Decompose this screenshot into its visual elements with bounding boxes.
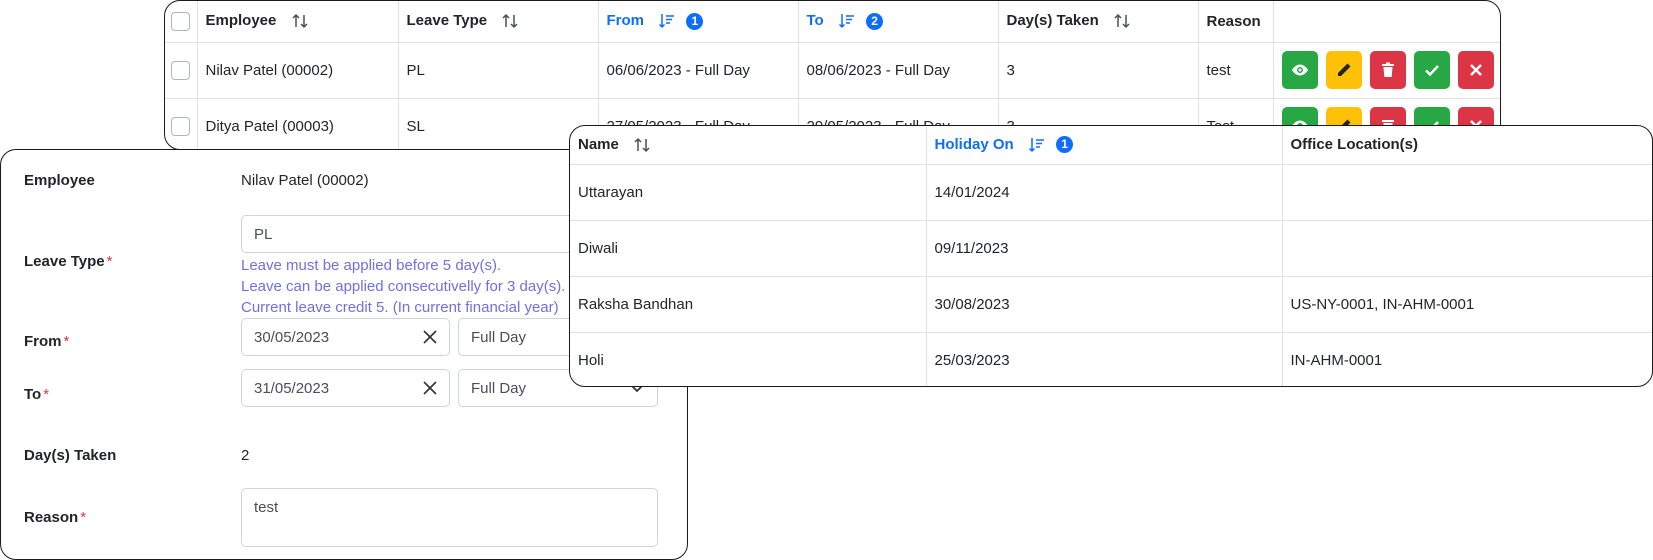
cell-office-locations <box>1282 220 1652 277</box>
cell-holiday-on: 30/08/2023 <box>926 276 1283 333</box>
leave-rule-hint: Leave must be applied before 5 day(s). <box>241 257 502 274</box>
to-date-input[interactable]: 31/05/2023 <box>241 369 450 407</box>
cell-reason: test <box>1198 42 1274 99</box>
cell-from: 06/06/2023 - Full Day <box>598 42 799 99</box>
column-header-employee[interactable]: Employee <box>197 1 399 43</box>
required-mark: * <box>63 333 70 350</box>
from-label: From * <box>24 333 70 350</box>
sort-icon[interactable] <box>501 12 519 30</box>
column-header-office-locations: Office Location(s) <box>1282 126 1652 165</box>
cell-holiday-on: 09/11/2023 <box>926 220 1283 277</box>
cell-name: Uttarayan <box>570 164 927 221</box>
cell-leave-type: SL <box>398 98 599 149</box>
cell-employee: Ditya Patel (00003) <box>197 98 399 149</box>
x-icon <box>1469 64 1482 76</box>
row-checkbox[interactable] <box>171 60 191 80</box>
cell-days-taken: 3 <box>998 42 1199 99</box>
reason-textarea[interactable]: test <box>241 488 658 547</box>
row-checkbox[interactable] <box>171 116 191 136</box>
days-taken-value: 2 <box>241 447 250 464</box>
cell-holiday-on: 14/01/2024 <box>926 164 1283 221</box>
cell-leave-type: PL <box>398 42 599 99</box>
cell-office-locations: US-NY-0001, IN-AHM-0001 <box>1282 276 1652 333</box>
holiday-table: Name Holiday On 1 Office Location(s) Utt… <box>570 126 1652 386</box>
table-header-row: Employee Leave Type From 1 To 2 Day(s) T… <box>165 1 1500 43</box>
column-header-actions <box>1273 1 1500 43</box>
sort-icon[interactable] <box>291 12 309 30</box>
to-label: To * <box>24 386 50 403</box>
cell-name: Diwali <box>570 220 927 277</box>
cell-office-locations <box>1282 164 1652 221</box>
days-taken-label: Day(s) Taken <box>24 447 117 464</box>
table-header-row: Name Holiday On 1 Office Location(s) <box>570 126 1652 165</box>
column-header-holiday-on[interactable]: Holiday On 1 <box>926 126 1283 165</box>
edit-button[interactable] <box>1325 51 1362 89</box>
required-mark: * <box>43 386 50 403</box>
approve-button[interactable] <box>1413 51 1450 89</box>
table-row: Diwali 09/11/2023 <box>570 220 1652 277</box>
view-button[interactable] <box>1281 51 1318 89</box>
sort-order-badge: 1 <box>1056 136 1074 154</box>
trash-icon <box>1381 62 1394 77</box>
leave-rule-hint: Leave can be applied consecutivelly for … <box>241 278 566 295</box>
sort-order-badge: 2 <box>866 12 884 30</box>
cell-name: Raksha Bandhan <box>570 276 927 333</box>
cell-holiday-on: 25/03/2023 <box>926 332 1283 386</box>
reason-label: Reason * <box>24 509 87 526</box>
cell-to: 08/06/2023 - Full Day <box>798 42 999 99</box>
sort-icon[interactable] <box>1113 12 1131 30</box>
column-header-reason: Reason <box>1198 1 1274 43</box>
column-header-to[interactable]: To 2 <box>798 1 999 43</box>
column-header-from[interactable]: From 1 <box>598 1 799 43</box>
sort-order-badge: 1 <box>686 12 704 30</box>
delete-button[interactable] <box>1369 51 1406 89</box>
from-date-input[interactable]: 30/05/2023 <box>241 318 450 356</box>
check-icon <box>1424 65 1439 77</box>
table-row: Raksha Bandhan 30/08/2023 US-NY-0001, IN… <box>570 276 1652 333</box>
leave-credit-hint: Current leave credit 5. (In current fina… <box>241 299 559 316</box>
cell-actions <box>1273 42 1500 99</box>
required-mark: * <box>106 253 113 270</box>
reject-button[interactable] <box>1457 51 1494 89</box>
sort-descending-icon[interactable] <box>1028 136 1046 154</box>
select-all-checkbox[interactable] <box>171 11 191 31</box>
required-mark: * <box>80 509 87 526</box>
sort-icon[interactable] <box>633 136 651 154</box>
eye-icon <box>1291 64 1308 76</box>
select-all-checkbox-cell[interactable] <box>165 1 198 43</box>
column-header-leave-type[interactable]: Leave Type <box>398 1 599 43</box>
cell-name: Holi <box>570 332 927 386</box>
pencil-icon <box>1337 63 1350 76</box>
clear-date-icon[interactable] <box>423 381 437 395</box>
table-row: Nilav Patel (00002) PL 06/06/2023 - Full… <box>165 42 1500 99</box>
sort-descending-icon[interactable] <box>658 12 676 30</box>
table-row: Uttarayan 14/01/2024 <box>570 164 1652 221</box>
clear-date-icon[interactable] <box>423 330 437 344</box>
leave-type-label: Leave Type * <box>24 253 113 270</box>
employee-value: Nilav Patel (00002) <box>241 172 369 189</box>
row-checkbox-cell[interactable] <box>165 98 198 149</box>
cell-office-locations: IN-AHM-0001 <box>1282 332 1652 386</box>
cell-employee: Nilav Patel (00002) <box>197 42 399 99</box>
column-header-name[interactable]: Name <box>570 126 927 165</box>
column-header-days-taken[interactable]: Day(s) Taken <box>998 1 1199 43</box>
holiday-table-card: Name Holiday On 1 Office Location(s) Utt… <box>569 125 1653 387</box>
sort-descending-icon[interactable] <box>838 12 856 30</box>
row-checkbox-cell[interactable] <box>165 42 198 99</box>
table-row: Holi 25/03/2023 IN-AHM-0001 <box>570 332 1652 386</box>
employee-label: Employee <box>24 172 95 189</box>
